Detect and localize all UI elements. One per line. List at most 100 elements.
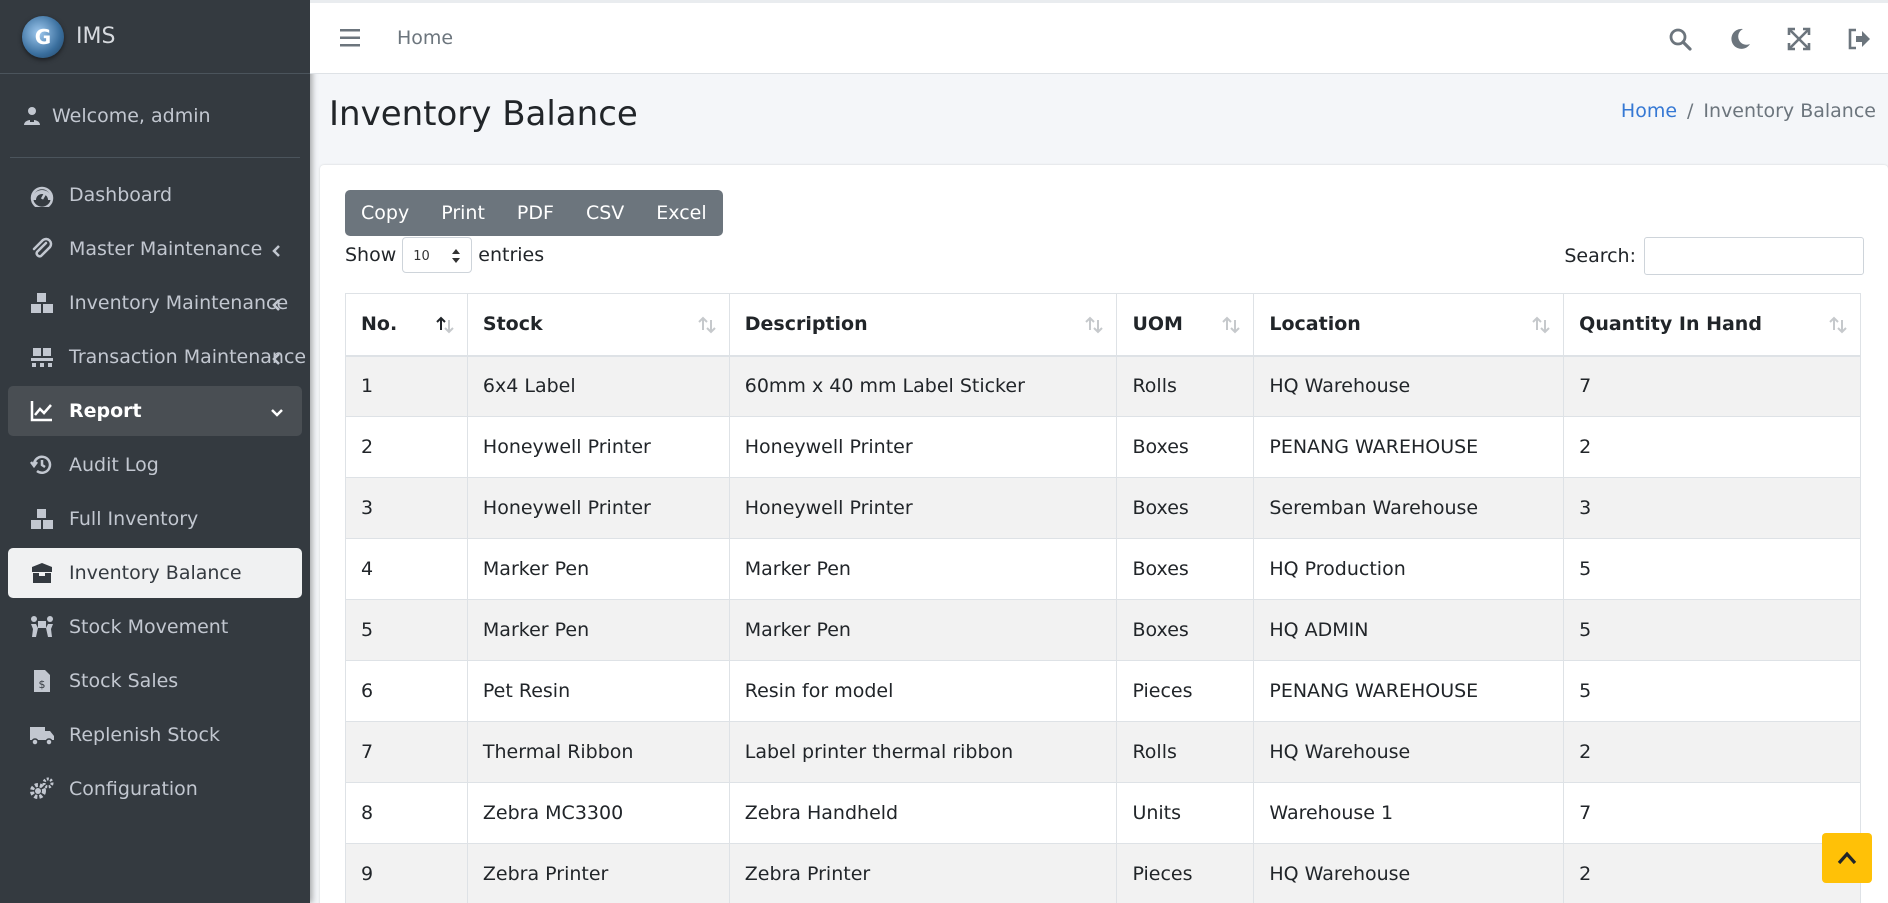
moon-icon[interactable]: [1728, 27, 1752, 51]
sidebar-item-stock-movement[interactable]: Stock Movement: [8, 602, 302, 652]
table-cell: HQ Production: [1253, 538, 1565, 600]
search-input[interactable]: [1644, 237, 1864, 275]
table-cell: Pieces: [1116, 660, 1255, 722]
chevron-up-icon: [1837, 851, 1857, 865]
table-cell: Honeywell Printer: [466, 477, 730, 539]
history-icon: [30, 453, 54, 477]
boxes-icon: [30, 291, 54, 315]
entries-select[interactable]: 10: [402, 237, 473, 273]
table-cell: Honeywell Printer: [728, 477, 1118, 539]
table-cell: Marker Pen: [466, 599, 730, 661]
column-header-label: UOM: [1132, 313, 1183, 336]
table-cell: 9: [345, 843, 468, 903]
sidebar-nav: Dashboard Master Maintenance Inventory M…: [0, 158, 310, 814]
table-search: Search:: [1564, 237, 1864, 275]
breadcrumb-separator: /: [1687, 100, 1694, 122]
table-cell: 5: [1563, 538, 1861, 600]
sidebar-item-replenish-stock[interactable]: Replenish Stock: [8, 710, 302, 760]
table-cell: Resin for model: [728, 660, 1118, 722]
table-cell: 3: [345, 477, 468, 539]
sidebar-item-inventory-maintenance[interactable]: Inventory Maintenance: [8, 278, 302, 328]
csv-button[interactable]: CSV: [570, 190, 640, 236]
sidebar-item-label: Inventory Maintenance: [69, 292, 289, 314]
sidebar-item-configuration[interactable]: Configuration: [8, 764, 302, 814]
table-row[interactable]: 7 Thermal Ribbon Label printer thermal rib…: [345, 721, 1861, 783]
table-row[interactable]: 9 Zebra Printer Zebra Printer Pieces HQ Ware…: [345, 843, 1861, 903]
inventory-balance-table: No. Stock Description UOM Location Quantity I…: [345, 293, 1861, 903]
column-header[interactable]: Quantity In Hand: [1563, 293, 1861, 357]
expand-icon[interactable]: [1787, 27, 1811, 51]
sort-icon: [1828, 316, 1848, 334]
column-header[interactable]: Stock: [466, 293, 730, 357]
table-cell: Zebra Handheld: [728, 782, 1118, 844]
sidebar-item-master-maintenance[interactable]: Master Maintenance: [8, 224, 302, 274]
sign-out-icon[interactable]: [1847, 27, 1871, 51]
chart-line-icon: [30, 399, 54, 423]
table-cell: 2: [1563, 416, 1861, 478]
sidebar-item-label: Dashboard: [69, 184, 173, 206]
sidebar-item-report[interactable]: Report: [8, 386, 302, 436]
table-row[interactable]: 8 Zebra MC3300 Zebra Handheld Units Warehous…: [345, 782, 1861, 844]
cogs-icon: [30, 777, 54, 801]
sidebar-item-audit-log[interactable]: Audit Log: [8, 440, 302, 490]
entries-length-control: Show 10 entries: [345, 237, 544, 273]
table-row[interactable]: 5 Marker Pen Marker Pen Boxes HQ ADMIN 5: [345, 599, 1861, 661]
table-cell: Honeywell Printer: [466, 416, 730, 478]
table-row[interactable]: 1 6x4 Label 60mm x 40 mm Label Sticker Roll…: [345, 355, 1861, 417]
table-cell: 1: [345, 355, 468, 417]
table-cell: 5: [1563, 599, 1861, 661]
sidebar-item-inventory-balance[interactable]: Inventory Balance: [8, 548, 302, 598]
table-cell: HQ ADMIN: [1253, 599, 1565, 661]
column-header[interactable]: Location: [1253, 293, 1565, 357]
svg-text:$: $: [39, 678, 46, 691]
table-row[interactable]: 6 Pet Resin Resin for model Pieces PENANG WA…: [345, 660, 1861, 722]
table-cell: Boxes: [1116, 416, 1255, 478]
table-cell: 7: [1563, 782, 1861, 844]
column-header[interactable]: No.: [345, 293, 468, 357]
table-row[interactable]: 4 Marker Pen Marker Pen Boxes HQ Production 5: [345, 538, 1861, 600]
page-title: Inventory Balance: [329, 94, 638, 134]
copy-button[interactable]: Copy: [345, 190, 425, 236]
table-cell: Marker Pen: [728, 599, 1118, 661]
brand-link[interactable]: G IMS: [0, 0, 310, 74]
sidebar-item-label: Stock Movement: [69, 616, 229, 638]
table-row[interactable]: 2 Honeywell Printer Honeywell Printer Boxes…: [345, 416, 1861, 478]
table-cell: Units: [1116, 782, 1255, 844]
sidebar-item-stock-sales[interactable]: $ Stock Sales: [8, 656, 302, 706]
top-navbar: Home: [310, 0, 1888, 74]
sidebar-item-transaction-maintenance[interactable]: Transaction Maintenance: [8, 332, 306, 382]
table-cell: Pieces: [1116, 843, 1255, 903]
pallet-icon: [30, 345, 54, 369]
column-header[interactable]: UOM: [1116, 293, 1255, 357]
column-header-label: Quantity In Hand: [1579, 313, 1762, 336]
table-cell: Zebra Printer: [466, 843, 730, 903]
search-icon[interactable]: [1668, 27, 1692, 51]
table-cell: 6: [345, 660, 468, 722]
user-panel[interactable]: Welcome, admin: [10, 74, 300, 158]
nav-home-link[interactable]: Home: [397, 27, 453, 49]
table-cell: Zebra MC3300: [466, 782, 730, 844]
table-cell: Zebra Printer: [728, 843, 1118, 903]
breadcrumb-home-link[interactable]: Home: [1621, 100, 1677, 122]
column-header[interactable]: Description: [728, 293, 1118, 357]
scroll-to-top-button[interactable]: [1822, 833, 1872, 883]
table-cell: Pet Resin: [466, 660, 730, 722]
breadcrumb: Home / Inventory Balance: [1621, 100, 1876, 122]
chevron-left-icon: [270, 241, 284, 257]
sidebar-item-dashboard[interactable]: Dashboard: [8, 170, 302, 220]
table-cell: 60mm x 40 mm Label Sticker: [728, 355, 1118, 417]
sidebar-item-label: Audit Log: [69, 454, 159, 476]
table-row[interactable]: 3 Honeywell Printer Honeywell Printer Boxes…: [345, 477, 1861, 539]
print-button[interactable]: Print: [425, 190, 501, 236]
table-cell: 5: [1563, 660, 1861, 722]
brand-logo: G: [22, 15, 64, 58]
hamburger-menu-icon[interactable]: [340, 28, 362, 48]
excel-button[interactable]: Excel: [640, 190, 722, 236]
table-cell: Boxes: [1116, 599, 1255, 661]
file-invoice-dollar-icon: $: [30, 669, 54, 693]
sidebar-item-label: Replenish Stock: [69, 724, 220, 746]
sidebar-item-full-inventory[interactable]: Full Inventory: [8, 494, 302, 544]
brand-text: IMS: [76, 24, 116, 49]
column-header-label: Description: [744, 313, 868, 336]
pdf-button[interactable]: PDF: [501, 190, 570, 236]
